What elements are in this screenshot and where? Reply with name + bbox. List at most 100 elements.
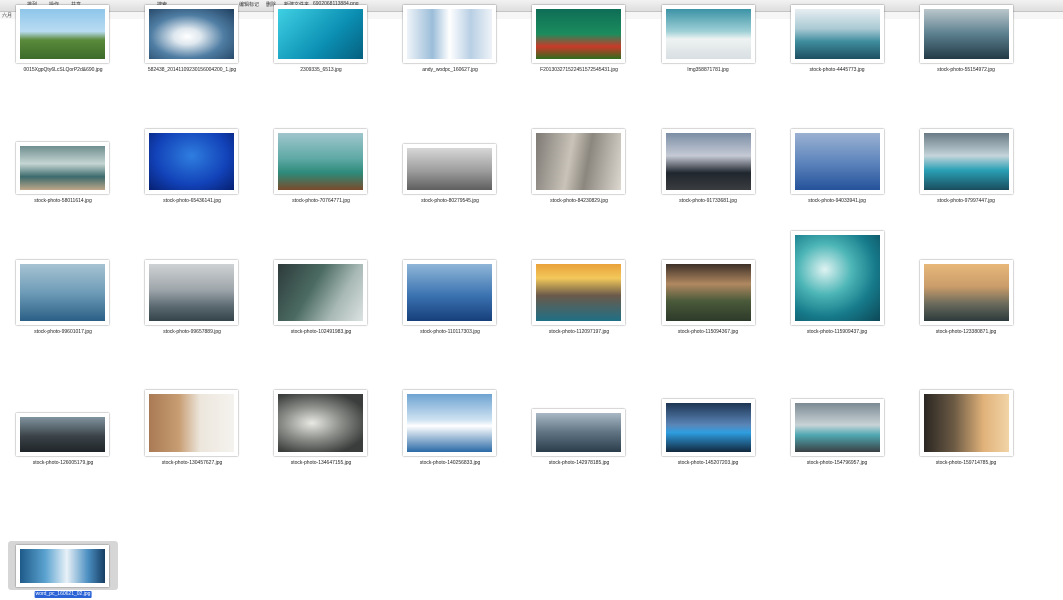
file-name[interactable]: stock-photo-145207203.jpg <box>678 460 739 467</box>
thumbnail-image <box>795 133 880 190</box>
thumbnail-image <box>666 403 751 452</box>
file-name[interactable]: stock-photo-99657889.jpg <box>163 329 221 336</box>
thumbnail-image <box>278 394 363 452</box>
thumbnail-image <box>149 264 234 321</box>
thumbnail-image <box>666 133 751 190</box>
file-thumbnail[interactable] <box>920 129 1013 194</box>
thumbnail-image <box>407 394 492 452</box>
file-thumbnail[interactable] <box>16 413 109 456</box>
file-name[interactable]: stock-photo-142978185.jpg <box>549 460 610 467</box>
file-thumbnail[interactable] <box>274 390 367 456</box>
thumbnail-image <box>666 9 751 59</box>
thumbnail-image <box>536 133 621 190</box>
file-thumbnail[interactable] <box>920 5 1013 63</box>
file-thumbnail-selected[interactable] <box>16 545 109 587</box>
file-thumbnail[interactable] <box>16 142 109 194</box>
file-name[interactable]: stock-photo-94033941.jpg <box>808 198 866 205</box>
file-name[interactable]: stock-photo-115094367.jpg <box>678 329 738 336</box>
thumbnail-image <box>924 394 1009 452</box>
file-name[interactable]: stock-photo-84230829.jpg <box>550 198 608 205</box>
file-name[interactable]: stock-photo-80279545.jpg <box>421 198 479 205</box>
file-name[interactable]: stock-photo-110117303.jpg <box>420 329 480 336</box>
file-name[interactable]: F201303271522451572545431.jpg <box>540 67 618 74</box>
thumbnail-image <box>795 235 880 321</box>
file-name[interactable]: Img358871781.jpg <box>687 67 728 74</box>
file-name[interactable]: 582438_20141109230156004200_1.jpg <box>148 67 236 74</box>
file-thumbnail[interactable] <box>403 144 496 194</box>
thumbnail-image <box>20 146 105 190</box>
folder-name[interactable]: 六月 <box>2 12 12 19</box>
file-thumbnail[interactable] <box>16 260 109 325</box>
file-thumbnail[interactable] <box>274 260 367 325</box>
file-thumbnail[interactable] <box>403 5 496 63</box>
file-name[interactable]: andy_wodpc_160627.jpg <box>422 67 478 74</box>
file-name[interactable]: 2309335_6513.jpg <box>300 67 341 74</box>
file-name-selected[interactable]: word_pc_160621_02.jpg <box>34 591 92 598</box>
file-thumbnail[interactable] <box>791 231 884 325</box>
edit-tags-button[interactable]: 编辑标记 <box>239 1 259 8</box>
thumbnail-image <box>278 264 363 321</box>
file-thumbnail[interactable] <box>532 409 625 456</box>
thumbnail-image <box>149 9 234 59</box>
thumbnail-image <box>20 9 105 59</box>
file-name[interactable]: stock-photo-70764771.jpg <box>292 198 350 205</box>
file-name[interactable]: stock-photo-91733681.jpg <box>679 198 737 205</box>
file-name[interactable]: stock-photo-115909437.jpg <box>807 329 867 336</box>
thumbnail-image <box>278 133 363 190</box>
file-name[interactable]: stock-photo-140256833.jpg <box>420 460 481 467</box>
file-thumbnail[interactable] <box>662 399 755 456</box>
file-name[interactable]: stock-photo-58011614.jpg <box>34 198 91 205</box>
file-name[interactable]: stock-photo-112097197.jpg <box>549 329 609 336</box>
thumbnail-image <box>20 417 105 452</box>
thumbnail-image <box>536 9 621 59</box>
file-thumbnail[interactable] <box>920 260 1013 325</box>
file-thumbnail[interactable] <box>791 399 884 456</box>
file-thumbnail[interactable] <box>791 5 884 63</box>
thumbnail-image <box>278 9 363 59</box>
file-thumbnail[interactable] <box>145 129 238 194</box>
file-name[interactable]: stock-photo-154796957.jpg <box>807 460 868 467</box>
file-name[interactable]: stock-photo-134647155.jpg <box>291 460 352 467</box>
file-name[interactable]: stock-photo-102491983.jpg <box>291 329 352 336</box>
thumbnail-image <box>924 264 1009 321</box>
thumbnail-image <box>666 264 751 321</box>
thumbnail-image <box>795 9 880 59</box>
file-name[interactable]: stock-photo-130457627.jpg <box>162 460 223 467</box>
thumbnail-image <box>795 403 880 452</box>
thumbnail-image <box>407 9 492 59</box>
file-thumbnail[interactable] <box>532 129 625 194</box>
file-thumbnail[interactable] <box>274 5 367 63</box>
file-name[interactable]: stock-photo-159714785.jpg <box>936 460 997 467</box>
file-thumbnail[interactable] <box>274 129 367 194</box>
file-name[interactable]: 0015XgpQty6LcSLQorP2d&690.jpg <box>24 67 103 74</box>
file-name[interactable]: stock-photo-123380871.jpg <box>936 329 997 336</box>
thumbnail-image <box>924 133 1009 190</box>
file-thumbnail[interactable] <box>920 390 1013 456</box>
file-thumbnail[interactable] <box>532 260 625 325</box>
file-name[interactable]: stock-photo-126005179.jpg <box>33 460 94 467</box>
thumbnail-image <box>924 9 1009 59</box>
thumbnail-image <box>536 264 621 321</box>
file-name[interactable]: stock-photo-65436141.jpg <box>163 198 221 205</box>
file-name[interactable]: stock-photo-97997447.jpg <box>937 198 995 205</box>
file-thumbnail[interactable] <box>662 260 755 325</box>
file-thumbnail[interactable] <box>403 390 496 456</box>
file-name[interactable]: stock-photo-55154972.jpg <box>937 67 995 74</box>
file-thumbnail[interactable] <box>145 260 238 325</box>
thumbnail-image <box>149 394 234 452</box>
file-thumbnail[interactable] <box>791 129 884 194</box>
file-thumbnail[interactable] <box>662 129 755 194</box>
file-name[interactable]: stock-photo-4445773.jpg <box>809 67 864 74</box>
thumbnail-image <box>20 549 105 583</box>
file-thumbnail[interactable] <box>662 5 755 63</box>
thumbnail-image <box>407 264 492 321</box>
file-thumbnail[interactable] <box>145 5 238 63</box>
file-thumbnail[interactable] <box>145 390 238 456</box>
file-thumbnail[interactable] <box>532 5 625 63</box>
thumbnail-image <box>536 413 621 452</box>
file-thumbnail[interactable] <box>403 260 496 325</box>
file-name[interactable]: stock-photo-99601017.jpg <box>34 329 92 336</box>
thumbnail-image <box>407 148 492 190</box>
thumbnail-image <box>149 133 234 190</box>
file-thumbnail[interactable] <box>16 5 109 63</box>
